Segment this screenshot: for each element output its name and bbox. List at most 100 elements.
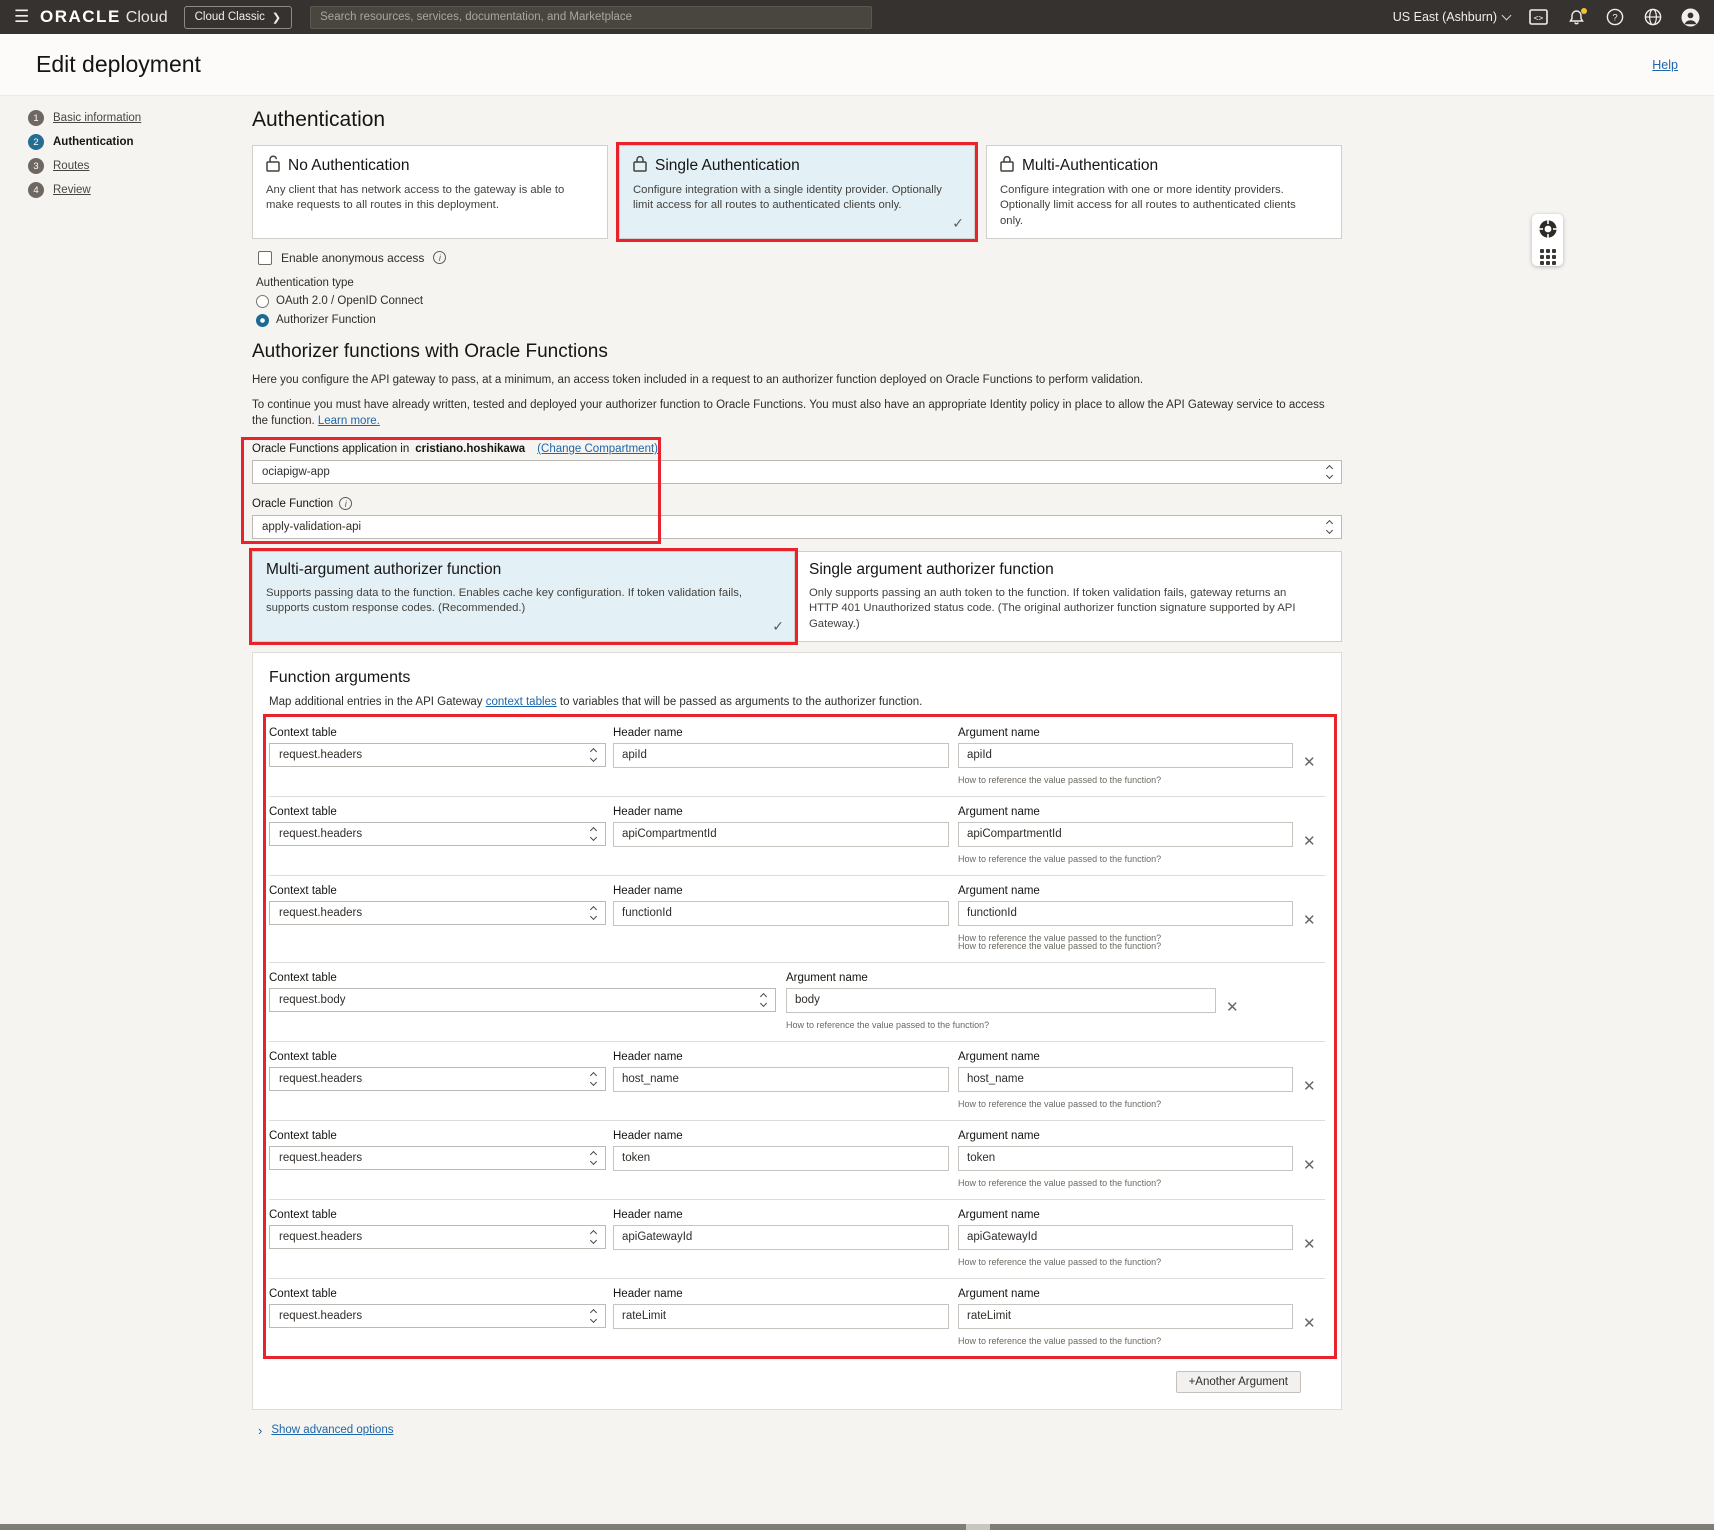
argument-name-input[interactable] [958, 1067, 1293, 1092]
info-icon[interactable]: i [433, 251, 446, 264]
context-table-label: Context table [269, 972, 776, 984]
remove-row-icon[interactable]: ✕ [1303, 913, 1316, 928]
step-label[interactable]: Basic information [53, 112, 141, 124]
change-compartment-link[interactable]: (Change Compartment) [537, 443, 658, 455]
notifications-bell-icon[interactable] [1567, 8, 1586, 27]
argument-name-input[interactable] [786, 988, 1216, 1013]
remove-row-icon[interactable]: ✕ [1303, 1237, 1316, 1252]
context-table-select[interactable]: request.headers [269, 1304, 606, 1328]
app-field-label: Oracle Functions application in cristian… [252, 443, 1342, 455]
chevron-right-icon: ❯ [272, 11, 281, 24]
radio-label: OAuth 2.0 / OpenID Connect [276, 295, 423, 307]
info-icon[interactable]: i [339, 497, 352, 510]
header-name-input[interactable] [613, 1304, 949, 1329]
context-table-label: Context table [269, 727, 606, 739]
context-table-select[interactable]: request.headers [269, 743, 606, 767]
argument-name-label: Argument name [958, 1288, 1293, 1300]
radio-oauth[interactable]: OAuth 2.0 / OpenID Connect [256, 295, 1342, 308]
step-routes[interactable]: 3 Routes [28, 158, 238, 174]
hamburger-menu-icon[interactable]: ☰ [14, 7, 40, 27]
remove-row-icon[interactable]: ✕ [1303, 1079, 1316, 1094]
select-chevrons-icon [591, 828, 596, 840]
language-globe-icon[interactable] [1643, 8, 1662, 27]
card-no-authentication[interactable]: No Authentication Any client that has ne… [252, 145, 608, 239]
step-number: 4 [28, 182, 44, 198]
card-title: Multi-Authentication [1022, 157, 1158, 175]
select-value: request.headers [279, 907, 362, 919]
help-question-icon[interactable]: ? [1605, 8, 1624, 27]
remove-row-icon[interactable]: ✕ [1303, 755, 1316, 770]
select-value: request.headers [279, 1152, 362, 1164]
argument-name-input[interactable] [958, 1146, 1293, 1171]
remove-row-icon[interactable]: ✕ [1226, 1000, 1239, 1015]
developer-tools-icon[interactable]: <> [1529, 8, 1548, 27]
context-table-select[interactable]: request.headers [269, 901, 606, 925]
argument-name-input[interactable] [958, 1304, 1293, 1329]
step-authentication[interactable]: 2 Authentication [28, 134, 238, 150]
card-single-argument[interactable]: Single argument authorizer function Only… [795, 551, 1342, 642]
argument-name-input[interactable] [958, 743, 1293, 768]
region-label: US East (Ashburn) [1393, 10, 1497, 24]
advanced-options-row[interactable]: › Show advanced options [258, 1423, 1342, 1438]
header-name-input[interactable] [613, 1225, 949, 1250]
another-argument-button[interactable]: +Another Argument [1176, 1371, 1301, 1393]
card-multi-argument[interactable]: Multi-argument authorizer function Suppo… [252, 551, 795, 642]
user-avatar-icon[interactable] [1681, 8, 1700, 27]
brand-oracle: ORACLE [40, 7, 121, 27]
life-ring-icon[interactable] [1538, 219, 1558, 244]
argument-row: Context table request.headers Header nam… [269, 1200, 1325, 1279]
argument-name-label: Argument name [958, 727, 1293, 739]
cloud-classic-button[interactable]: Cloud Classic ❯ [184, 6, 293, 29]
argument-name-input[interactable] [958, 822, 1293, 847]
authorizer-paragraph-2: To continue you must have already writte… [252, 397, 1342, 429]
region-selector[interactable]: US East (Ashburn) [1393, 10, 1510, 24]
radio-icon[interactable] [256, 295, 269, 308]
step-label[interactable]: Routes [53, 160, 89, 172]
argument-name-label: Argument name [958, 1130, 1293, 1142]
header-name-label: Header name [613, 1130, 949, 1142]
radio-icon-checked[interactable] [256, 314, 269, 327]
radio-label: Authorizer Function [276, 314, 376, 326]
notification-badge [1581, 8, 1587, 14]
step-review[interactable]: 4 Review [28, 182, 238, 198]
radio-authorizer-function[interactable]: Authorizer Function [256, 314, 1342, 327]
context-tables-link[interactable]: context tables [486, 696, 557, 708]
select-chevrons-icon [1327, 466, 1332, 478]
show-advanced-options-link[interactable]: Show advanced options [271, 1424, 393, 1436]
card-multi-authentication[interactable]: Multi-Authentication Configure integrati… [986, 145, 1342, 239]
argument-name-input[interactable] [958, 1225, 1293, 1250]
card-single-authentication[interactable]: Single Authentication Configure integrat… [619, 145, 975, 239]
compartment-name: cristiano.hoshikawa [415, 443, 525, 455]
learn-more-link[interactable]: Learn more. [318, 415, 380, 427]
card-description: Supports passing data to the function. E… [266, 586, 781, 617]
argument-name-input[interactable] [958, 901, 1293, 926]
header-name-input[interactable] [613, 901, 949, 926]
step-basic-information[interactable]: 1 Basic information [28, 110, 238, 126]
anonymous-access-checkbox[interactable] [258, 251, 272, 265]
context-table-select[interactable]: request.headers [269, 822, 606, 846]
context-table-select[interactable]: request.body [269, 988, 776, 1012]
argument-name-label: Argument name [958, 1209, 1293, 1221]
remove-row-icon[interactable]: ✕ [1303, 834, 1316, 849]
context-table-select[interactable]: request.headers [269, 1225, 606, 1249]
help-link[interactable]: Help [1652, 58, 1678, 72]
floating-widget[interactable] [1532, 214, 1563, 266]
header-name-input[interactable] [613, 1146, 949, 1171]
remove-row-icon[interactable]: ✕ [1303, 1158, 1316, 1173]
header-name-input[interactable] [613, 743, 949, 768]
select-chevrons-icon [591, 1310, 596, 1322]
context-table-select[interactable]: request.headers [269, 1146, 606, 1170]
header-name-input[interactable] [613, 1067, 949, 1092]
step-label[interactable]: Review [53, 184, 91, 196]
authorizer-paragraph-1: Here you configure the API gateway to pa… [252, 372, 1342, 388]
header-name-input[interactable] [613, 822, 949, 847]
select-chevrons-icon [591, 907, 596, 919]
oracle-function-select[interactable]: apply-validation-api [252, 515, 1342, 539]
oracle-functions-application-select[interactable]: ociapigw-app [252, 460, 1342, 484]
remove-row-icon[interactable]: ✕ [1303, 1316, 1316, 1331]
search-input[interactable] [310, 6, 872, 29]
grid-dots-icon[interactable] [1540, 249, 1556, 265]
context-table-select[interactable]: request.headers [269, 1067, 606, 1091]
header-name-label: Header name [613, 885, 949, 897]
main-panel: Authentication No Authentication Any cli… [252, 108, 1342, 1438]
